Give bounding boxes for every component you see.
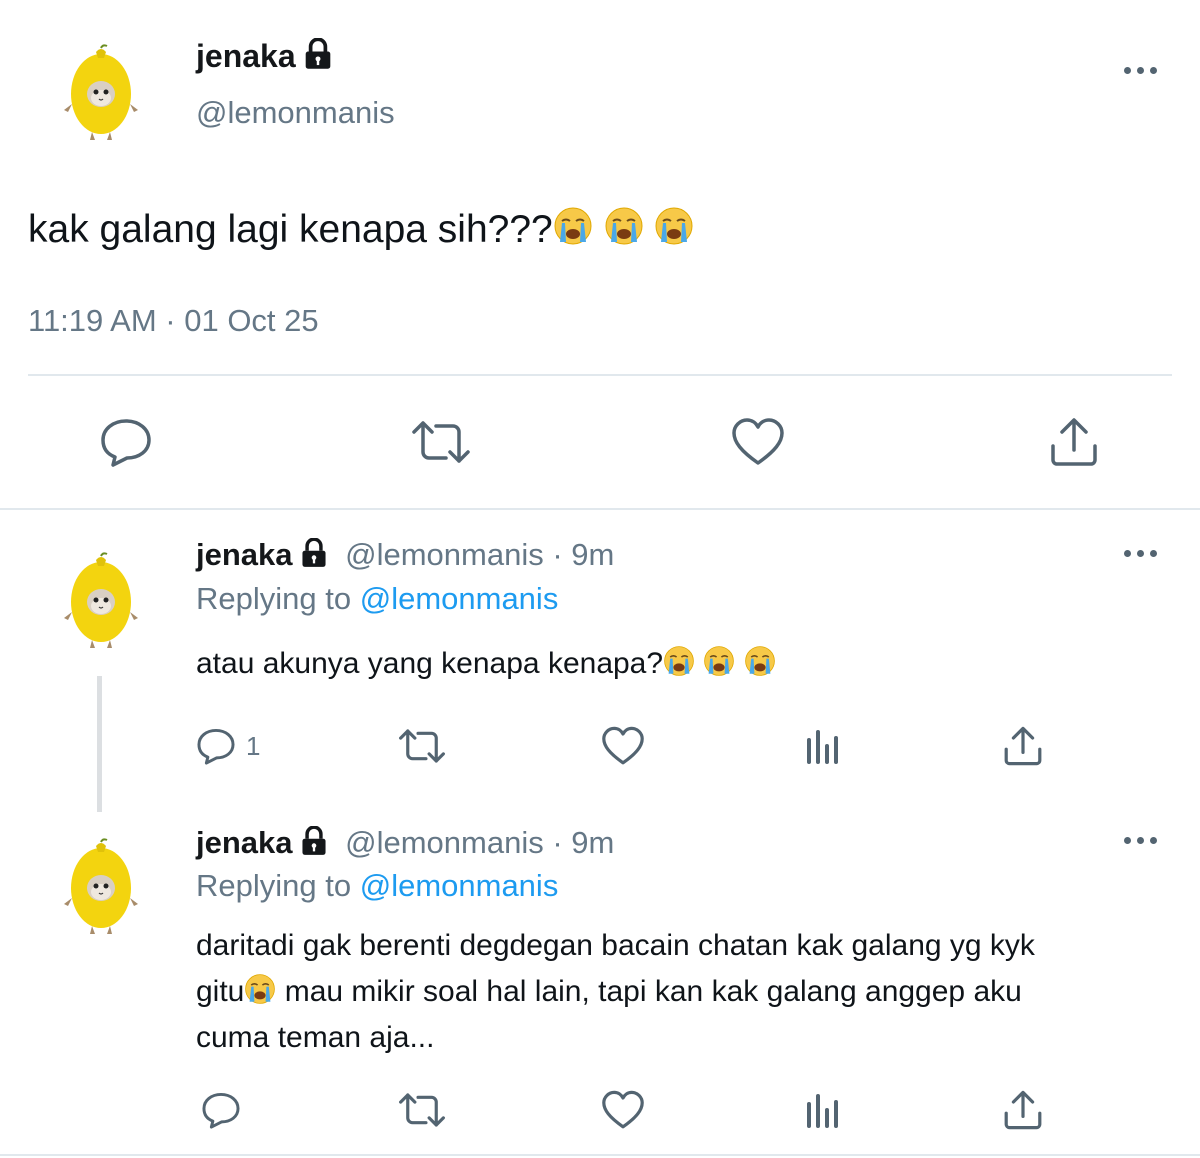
reply-2-views-button[interactable] — [800, 1086, 846, 1134]
reply-1-views-button[interactable] — [800, 722, 846, 770]
dot-icon — [1150, 836, 1157, 844]
lemon-cat-avatar-icon — [56, 838, 146, 938]
dot-icon — [1137, 66, 1144, 74]
reply-count: 1 — [246, 730, 261, 761]
lock-icon — [299, 538, 329, 568]
reply-1-time[interactable]: · 9m — [552, 537, 614, 572]
reply-1-avatar[interactable] — [56, 552, 146, 657]
reply-1-text: atau akunya yang kenapa kenapa? — [196, 645, 776, 683]
share-icon — [1004, 1090, 1042, 1130]
main-tweet-more-button[interactable] — [1124, 60, 1164, 80]
retweet-icon — [399, 1093, 445, 1127]
main-like-button[interactable] — [728, 412, 788, 472]
main-reply-button[interactable] — [96, 412, 156, 472]
loudly-crying-face-icon — [604, 206, 644, 246]
retweet-icon — [399, 729, 445, 763]
loudly-crying-face-icon — [663, 645, 695, 677]
dot-icon — [1124, 549, 1131, 557]
share-icon — [1004, 726, 1042, 766]
dot-icon — [1150, 549, 1157, 557]
reply-1-reply-button[interactable]: 1 — [196, 722, 260, 770]
main-share-button[interactable] — [1044, 412, 1104, 472]
main-retweet-button[interactable] — [408, 412, 474, 472]
heart-icon — [602, 1090, 644, 1129]
reply-icon — [101, 419, 151, 467]
main-tweet-timestamp[interactable]: 11:19 AM · 01 Oct 25 — [28, 302, 319, 340]
reply-2-replying-to: Replying to @lemonmanis — [196, 868, 559, 903]
lock-icon — [302, 38, 334, 70]
analytics-icon — [807, 730, 838, 764]
loudly-crying-face-icon — [244, 973, 276, 1005]
main-tweet-text: kak galang lagi kenapa sih??? — [28, 206, 694, 253]
reply-1-share-button[interactable] — [1000, 722, 1046, 770]
reply-1-like-button[interactable] — [598, 722, 648, 770]
dot-icon — [1137, 836, 1144, 844]
reply-2-share-button[interactable] — [1000, 1086, 1046, 1134]
divider — [28, 374, 1172, 376]
section-divider — [0, 508, 1200, 510]
share-icon — [1051, 418, 1097, 466]
dot-icon — [1124, 66, 1131, 74]
reply-1-replying-to: Replying to @lemonmanis — [196, 581, 559, 616]
reply-2-handle[interactable]: @lemonmanis — [345, 825, 544, 860]
loudly-crying-face-icon — [553, 206, 593, 246]
analytics-icon — [807, 1094, 838, 1128]
reply-2-more-button[interactable] — [1124, 830, 1164, 850]
retweet-icon — [412, 421, 470, 463]
reply-2-reply-button[interactable] — [196, 1086, 246, 1134]
reply-1-handle[interactable]: @lemonmanis — [345, 537, 544, 572]
reply-icon — [202, 1092, 240, 1129]
reply-2-time[interactable]: · 9m — [552, 825, 614, 860]
dot-icon — [1150, 66, 1157, 74]
replying-to-link[interactable]: @lemonmanis — [360, 581, 559, 616]
loudly-crying-face-icon — [654, 206, 694, 246]
lock-icon — [299, 826, 329, 856]
heart-icon — [602, 726, 644, 765]
thread-line — [97, 676, 102, 812]
heart-icon — [732, 418, 784, 465]
main-tweet-handle[interactable]: @lemonmanis — [196, 94, 395, 132]
main-tweet-avatar[interactable] — [56, 44, 146, 149]
lemon-cat-avatar-icon — [56, 44, 146, 144]
bottom-divider — [0, 1154, 1200, 1156]
dot-icon — [1137, 549, 1144, 557]
reply-icon — [197, 728, 235, 765]
dot-icon — [1124, 836, 1131, 844]
loudly-crying-face-icon — [703, 645, 735, 677]
reply-1-retweet-button[interactable] — [394, 722, 450, 770]
reply-2-display-name[interactable]: jenaka — [196, 825, 293, 860]
reply-2-retweet-button[interactable] — [394, 1086, 450, 1134]
reply-2-text: daritadi gak berenti degdegan bacain cha… — [196, 929, 1035, 1054]
reply-2-header: jenaka @lemonmanis · 9m — [196, 824, 614, 862]
reply-1-more-button[interactable] — [1124, 543, 1164, 563]
reply-2-like-button[interactable] — [598, 1086, 648, 1134]
loudly-crying-face-icon — [744, 645, 776, 677]
reply-2-avatar[interactable] — [56, 838, 146, 943]
reply-1-display-name[interactable]: jenaka — [196, 537, 293, 572]
reply-1-header: jenaka @lemonmanis · 9m — [196, 536, 614, 574]
replying-to-link[interactable]: @lemonmanis — [360, 868, 559, 903]
main-tweet-display-name[interactable]: jenaka — [196, 36, 334, 76]
lemon-cat-avatar-icon — [56, 552, 146, 652]
